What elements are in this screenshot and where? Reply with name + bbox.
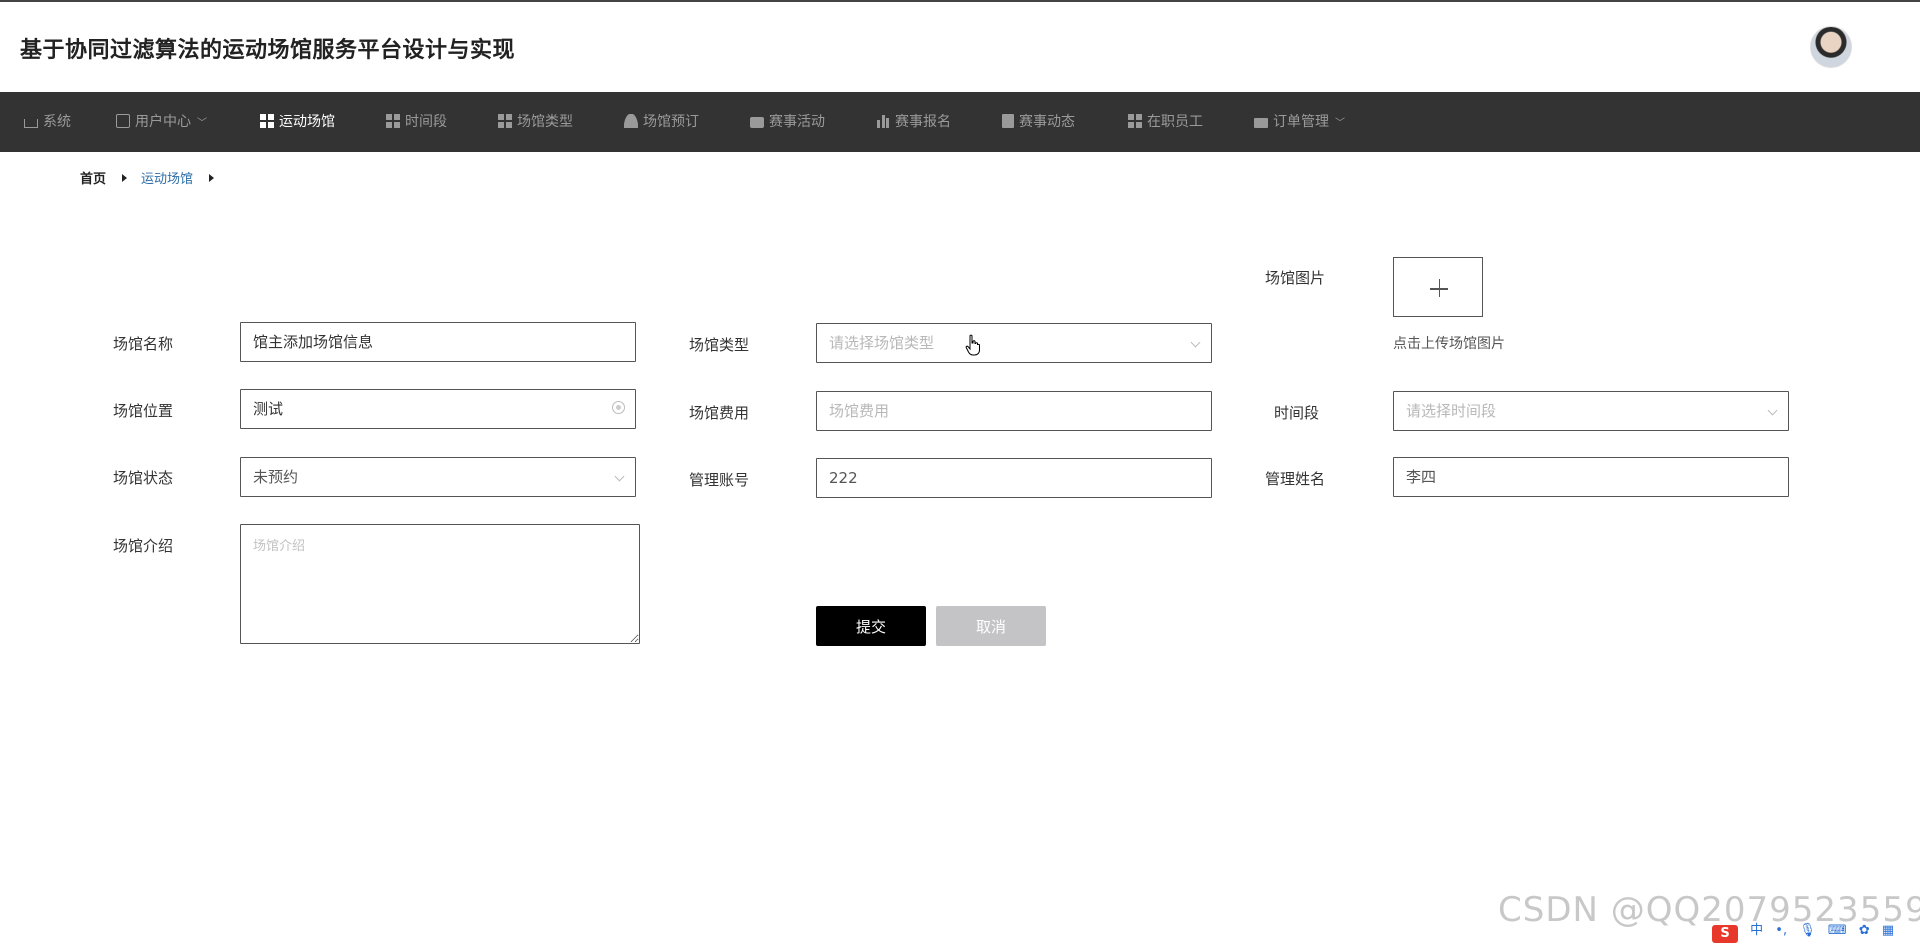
nav-item-system[interactable]: 系统: [24, 92, 71, 152]
header: 基于协同过滤算法的运动场馆服务平台设计与实现: [0, 2, 1920, 92]
bar-chart-icon: [876, 114, 890, 128]
ime-logo-icon[interactable]: S: [1712, 925, 1738, 943]
ime-mode[interactable]: 中: [1750, 923, 1763, 938]
nav-item-event-registration[interactable]: 赛事报名: [876, 92, 951, 152]
venue-location-value: 测试: [253, 400, 284, 418]
skin-icon[interactable]: ✿: [1859, 923, 1870, 938]
venue-type-label: 场馆类型: [689, 336, 750, 354]
chevron-down-icon: ﹀: [197, 118, 207, 129]
site-title: 基于协同过滤算法的运动场馆服务平台设计与实现: [20, 38, 516, 63]
nav-label: 系统: [43, 114, 71, 130]
user-icon: [624, 114, 638, 128]
grid-icon: [1128, 114, 1142, 128]
home-icon: [24, 119, 38, 128]
nav-item-event-news[interactable]: 赛事动态: [1002, 92, 1075, 152]
nav-item-venue-type[interactable]: 场馆类型: [498, 92, 573, 152]
hand-cursor-icon: [965, 334, 980, 356]
venue-intro-textarea[interactable]: [240, 524, 640, 644]
apps-grid-icon[interactable]: ▦: [1882, 923, 1894, 938]
grid-icon: [498, 114, 512, 128]
nav-label: 赛事动态: [1019, 114, 1075, 130]
cancel-button[interactable]: 取消: [936, 606, 1046, 646]
chevron-down-icon: ﹀: [1335, 118, 1345, 129]
grid-icon: [386, 114, 400, 128]
chevron-down-icon: [614, 471, 625, 482]
venue-fee-label: 场馆费用: [689, 404, 750, 422]
venue-type-placeholder: 请选择场馆类型: [829, 334, 935, 352]
venue-type-select[interactable]: 请选择场馆类型: [816, 323, 1212, 363]
nav-item-user-center[interactable]: 用户中心 ﹀: [116, 92, 207, 152]
breadcrumb-separator-icon: [209, 174, 215, 182]
nav-label: 场馆类型: [517, 114, 573, 130]
manager-name-label: 管理姓名: [1265, 470, 1326, 488]
breadcrumb: 首页 运动场馆: [80, 170, 228, 190]
nav-label: 赛事报名: [895, 114, 951, 130]
chevron-down-icon: [1767, 405, 1778, 416]
venue-intro-label: 场馆介绍: [113, 537, 174, 555]
time-slot-placeholder: 请选择时间段: [1406, 402, 1497, 420]
venue-image-hint: 点击上传场馆图片: [1393, 336, 1505, 352]
manager-account-input[interactable]: 222: [816, 458, 1212, 498]
manager-account-label: 管理账号: [689, 471, 750, 489]
nav-item-venue-booking[interactable]: 场馆预订: [624, 92, 699, 152]
venue-fee-input[interactable]: 场馆费用: [816, 391, 1212, 431]
punctuation-icon[interactable]: •,: [1775, 923, 1787, 938]
clear-icon[interactable]: [612, 401, 625, 414]
venue-status-label: 场馆状态: [113, 469, 174, 487]
nav-label: 运动场馆: [279, 114, 335, 130]
time-slot-select[interactable]: 请选择时间段: [1393, 391, 1789, 431]
nav-label: 用户中心: [135, 114, 191, 130]
ime-toolbar: S 中 •, 🎙 ⌨ ✿ ▦: [1712, 920, 1902, 943]
venue-name-input[interactable]: 馆主添加场馆信息: [240, 322, 636, 362]
venue-image-upload[interactable]: [1393, 257, 1483, 317]
manager-name-input[interactable]: 李四: [1393, 457, 1789, 497]
venue-location-label: 场馆位置: [113, 402, 174, 420]
nav-item-order-management[interactable]: 订单管理 ﹀: [1254, 92, 1345, 152]
nav-label: 赛事活动: [769, 114, 825, 130]
time-slot-label: 时间段: [1274, 404, 1320, 422]
venue-image-label: 场馆图片: [1265, 269, 1326, 287]
venue-location-input[interactable]: 测试: [240, 389, 636, 429]
card-icon: [116, 114, 130, 128]
nav-label: 订单管理: [1273, 114, 1329, 130]
venue-status-select[interactable]: 未预约: [240, 457, 636, 497]
nav-label: 时间段: [405, 114, 447, 130]
breadcrumb-home[interactable]: 首页: [80, 172, 106, 187]
nav-label: 在职员工: [1147, 114, 1203, 130]
venue-name-label: 场馆名称: [113, 335, 174, 353]
submit-button[interactable]: 提交: [816, 606, 926, 646]
nav-item-sports-venue[interactable]: 运动场馆: [260, 92, 335, 152]
chevron-down-icon: [1190, 337, 1201, 348]
keyboard-icon[interactable]: ⌨: [1828, 923, 1847, 938]
truck-icon: [1254, 118, 1268, 128]
nav-item-staff[interactable]: 在职员工: [1128, 92, 1203, 152]
nav-label: 场馆预订: [643, 114, 699, 130]
microphone-icon[interactable]: 🎙: [1799, 923, 1816, 938]
nav-item-time-slot[interactable]: 时间段: [386, 92, 447, 152]
grid-icon: [260, 114, 274, 128]
clipboard-icon: [1002, 114, 1014, 128]
breadcrumb-separator-icon: [122, 174, 128, 182]
user-avatar[interactable]: [1810, 26, 1852, 68]
message-icon: [750, 117, 764, 128]
main-navbar: 系统 用户中心 ﹀ 运动场馆 时间段 场馆类型 场馆预订 赛事活动 赛事报名 赛事…: [0, 92, 1920, 152]
breadcrumb-current[interactable]: 运动场馆: [141, 172, 193, 187]
venue-status-value: 未预约: [253, 468, 299, 486]
nav-item-events[interactable]: 赛事活动: [750, 92, 825, 152]
